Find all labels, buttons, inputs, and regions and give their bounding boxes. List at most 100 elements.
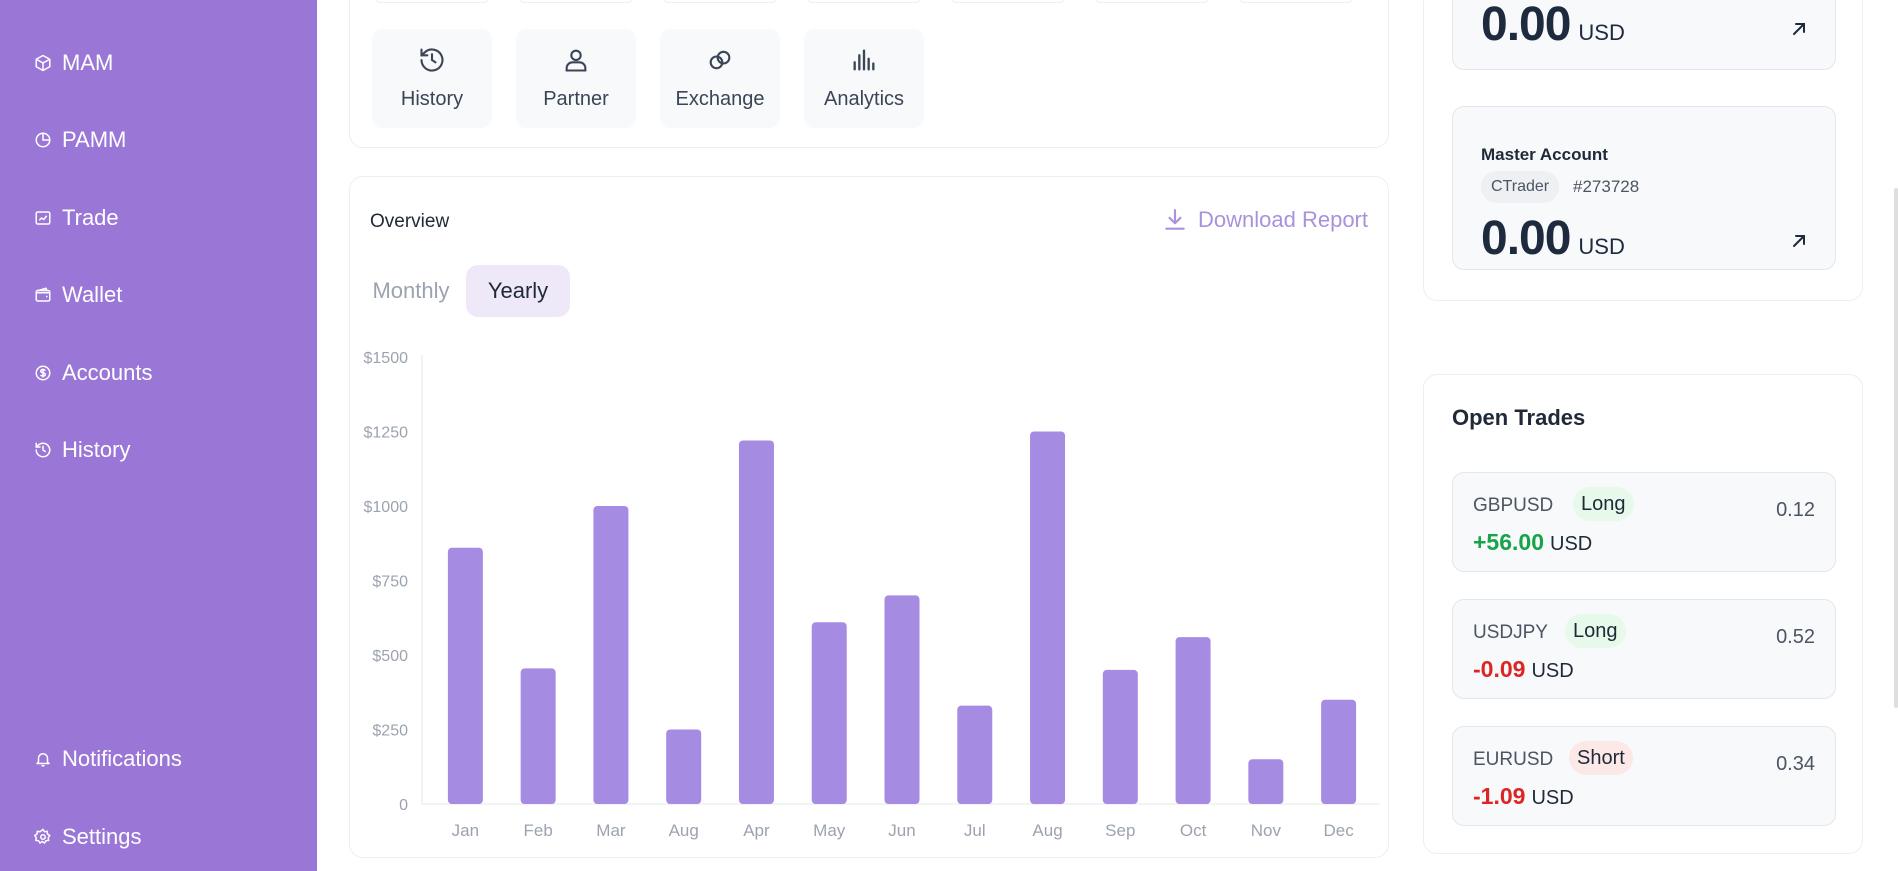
sidebar-item-history[interactable]: History (33, 432, 130, 468)
y-tick-label: $250 (372, 723, 408, 740)
quick-action-analytics[interactable]: Analytics (804, 29, 924, 128)
x-tick-label: Dec (1323, 821, 1354, 840)
account-currency: USD (1578, 20, 1625, 45)
chart-bar (1248, 759, 1284, 804)
scrollbar-thumb[interactable] (1894, 188, 1898, 708)
trade-pnl: +56.00 USD (1473, 529, 1592, 556)
quick-action-stub (516, 0, 636, 3)
quick-action-history[interactable]: History (372, 29, 492, 128)
quick-action-exchange[interactable]: Exchange (660, 29, 780, 128)
trade-volume: 0.52 (1776, 626, 1815, 648)
chart-bar (1102, 669, 1138, 804)
quick-action-stub (660, 0, 780, 3)
chart-bar (1175, 637, 1211, 804)
sidebar-item-notifications[interactable]: Notifications (33, 741, 182, 777)
trade-volume: 0.12 (1776, 499, 1815, 521)
open-trades-card: Open Trades GBPUSD Long +56.00 USD 0.12 … (1423, 374, 1863, 854)
x-tick-label: May (813, 821, 846, 840)
right-column: 0.00 USD Master Account CTrader #273728 … (1423, 0, 1863, 871)
y-tick-label: $1500 (364, 350, 409, 367)
account-balance: 0.00 USD (1481, 211, 1625, 266)
trade-pair: EURUSD (1473, 749, 1554, 770)
trade-pnl-currency: USD (1531, 660, 1574, 682)
trade-side-badge: Long (1565, 614, 1626, 648)
account-card[interactable]: 0.00 USD (1452, 0, 1836, 70)
quick-action-stub (948, 0, 1068, 3)
y-tick-label: $1250 (364, 425, 409, 442)
trade-row[interactable]: USDJPY Long -0.09 USD 0.52 (1452, 599, 1836, 699)
chart-bar (447, 547, 483, 804)
accounts-card: 0.00 USD Master Account CTrader #273728 … (1423, 0, 1863, 301)
trade-side-badge: Short (1569, 741, 1633, 775)
quick-action-label: Analytics (823, 88, 905, 110)
sidebar-item-trade[interactable]: Trade (33, 200, 119, 236)
account-number: #273728 (1573, 177, 1640, 196)
main-content: History Partner Exchange Analytics Overv… (317, 0, 1898, 871)
x-tick-label: Aug (1032, 821, 1062, 840)
quick-action-stub (804, 0, 924, 3)
account-name: Master Account (1481, 145, 1608, 164)
quick-action-stub (1236, 0, 1356, 3)
x-tick-label: Apr (743, 821, 770, 840)
sidebar-item-label: Trade (62, 205, 119, 230)
quick-action-stub (1092, 0, 1212, 3)
account-amount: 0.00 (1481, 212, 1571, 265)
open-trades-title: Open Trades (1452, 405, 1586, 430)
account-amount: 0.00 (1481, 0, 1571, 51)
pie-chart-icon (33, 130, 53, 150)
trade-pnl: -0.09 USD (1473, 656, 1574, 683)
account-balance: 0.00 USD (1481, 0, 1625, 52)
chart-bar (738, 440, 774, 804)
y-tick-label: 0 (399, 797, 408, 814)
sidebar-item-mam[interactable]: MAM (33, 45, 113, 81)
quick-action-partner[interactable]: Partner (516, 29, 636, 128)
x-tick-label: Jul (964, 821, 986, 840)
arrow-up-right-icon[interactable] (1787, 17, 1811, 41)
trade-pnl-currency: USD (1550, 533, 1593, 555)
sidebar-item-accounts[interactable]: Accounts (33, 355, 153, 391)
sidebar-item-label: Notifications (62, 746, 182, 771)
x-tick-label: Mar (596, 821, 626, 840)
sidebar-item-wallet[interactable]: Wallet (33, 277, 122, 313)
chart-bar (520, 668, 556, 804)
platform-chip: CTrader (1481, 171, 1560, 203)
sidebar: MAM PAMM Trade Wallet Accounts History N… (0, 0, 317, 871)
cube-icon (33, 53, 53, 73)
trade-volume: 0.34 (1776, 753, 1815, 775)
quick-action-label: History (400, 88, 464, 110)
wallet-icon (33, 285, 53, 305)
x-tick-label: Oct (1180, 821, 1207, 840)
exchange-icon (706, 46, 734, 79)
chart-bar (593, 506, 629, 804)
dollar-circle-icon (33, 363, 53, 383)
user-icon (562, 46, 590, 79)
chart-bar (957, 705, 993, 804)
trade-pair: GBPUSD (1473, 495, 1554, 516)
y-tick-label: $1000 (364, 499, 409, 516)
sidebar-item-label: MAM (62, 50, 114, 75)
quick-action-stub (372, 0, 492, 3)
trade-row[interactable]: GBPUSD Long +56.00 USD 0.12 (1452, 472, 1836, 572)
x-tick-label: Jan (452, 821, 479, 840)
sidebar-item-pamm[interactable]: PAMM (33, 122, 126, 158)
sidebar-item-label: Settings (62, 824, 142, 849)
trade-pnl-value: -0.09 (1473, 656, 1526, 682)
history-icon (418, 46, 446, 79)
gear-icon (33, 827, 53, 847)
arrow-up-right-icon[interactable] (1787, 229, 1811, 253)
trade-chart-icon (33, 208, 53, 228)
y-tick-label: $750 (372, 574, 408, 591)
trade-pnl-currency: USD (1531, 787, 1574, 809)
trade-row[interactable]: EURUSD Short -1.09 USD 0.34 (1452, 726, 1836, 826)
master-account-card[interactable]: Master Account CTrader #273728 0.00 USD (1452, 106, 1836, 270)
x-tick-label: Aug (669, 821, 699, 840)
chart-bar (884, 595, 920, 804)
sidebar-item-settings[interactable]: Settings (33, 819, 142, 855)
account-currency: USD (1578, 234, 1625, 259)
sidebar-item-label: Accounts (62, 360, 153, 385)
trade-pnl-value: +56.00 (1473, 529, 1544, 555)
bell-icon (33, 749, 53, 769)
trade-pair: USDJPY (1473, 622, 1548, 643)
overview-card: Overview Download Report Monthly Yearly … (349, 176, 1389, 858)
chart-bar (666, 729, 702, 804)
